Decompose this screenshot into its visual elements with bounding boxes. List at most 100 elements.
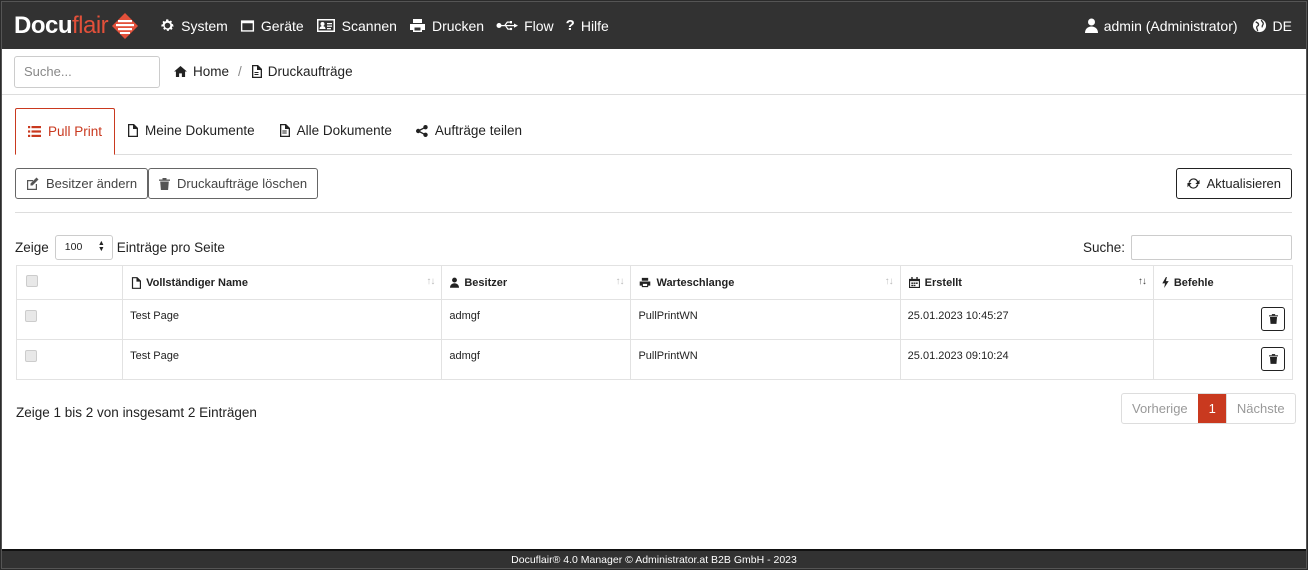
- app-window: Docu flair System Geräte Scannen Drucken…: [1, 1, 1307, 569]
- nav-help[interactable]: ? Hilfe: [566, 17, 609, 34]
- brand-logo[interactable]: Docu flair: [2, 2, 140, 49]
- page-size-value: 100: [64, 241, 83, 253]
- column-header-name[interactable]: Vollständiger Name ↑↓: [122, 265, 443, 300]
- delete-jobs-label: Druckaufträge löschen: [177, 176, 308, 191]
- column-header-owner[interactable]: Besitzer ↑↓: [441, 265, 632, 300]
- column-header-created[interactable]: Erstellt ↑↓: [899, 265, 1154, 300]
- tab-all-documents[interactable]: Alle Dokumente: [267, 107, 404, 154]
- tab-pull-print[interactable]: Pull Print: [15, 108, 116, 155]
- trash-icon: [159, 177, 170, 190]
- printer-icon: [409, 19, 425, 32]
- search-input[interactable]: [14, 55, 160, 88]
- pagination-previous[interactable]: Vorherige: [1122, 394, 1198, 423]
- question-icon: ?: [565, 17, 575, 34]
- printer-icon: [640, 277, 651, 288]
- sort-icon: ↑↓: [884, 276, 894, 287]
- user-icon: [1084, 18, 1098, 33]
- cell-created: 25.01.2023 09:10:24: [899, 339, 1154, 380]
- nav-devices-label: Geräte: [260, 17, 304, 34]
- nav-flow-label: Flow: [524, 17, 554, 34]
- column-header-commands-label: Befehle: [1173, 276, 1214, 289]
- edit-icon: [27, 177, 39, 190]
- tab-share-jobs[interactable]: Aufträge teilen: [404, 107, 534, 154]
- delete-row-button[interactable]: [1261, 347, 1285, 371]
- file-icon: [128, 124, 139, 137]
- change-owner-label: Besitzer ändern: [46, 176, 138, 191]
- tab-share-jobs-label: Aufträge teilen: [434, 123, 522, 138]
- column-header-queue-label: Warteschlange: [656, 276, 735, 289]
- nav-devices[interactable]: Geräte: [240, 18, 304, 34]
- nav-scan[interactable]: Scannen: [316, 18, 397, 34]
- select-all-checkbox[interactable]: [26, 275, 38, 287]
- pagination: Vorherige 1 Nächste: [1121, 393, 1296, 424]
- globe-icon: [1252, 18, 1266, 33]
- share-icon: [415, 124, 428, 137]
- user-name: admin (Administrator): [1103, 17, 1238, 34]
- trash-icon: [1268, 314, 1278, 324]
- id-card-icon: [316, 19, 335, 32]
- refresh-label: Aktualisieren: [1206, 176, 1281, 191]
- table-row[interactable]: Test Page admgf PullPrintWN 25.01.2023 1…: [15, 299, 1294, 340]
- delete-jobs-button[interactable]: Druckaufträge löschen: [148, 168, 319, 199]
- cell-queue: PullPrintWN: [630, 299, 901, 340]
- breadcrumb-bar: Home / Druckaufträge: [2, 49, 1306, 95]
- tab-all-documents-label: Alle Dokumente: [296, 123, 392, 138]
- breadcrumb-current-label: Druckaufträge: [267, 64, 353, 79]
- user-menu[interactable]: admin (Administrator): [1084, 17, 1238, 34]
- breadcrumb-current: Druckaufträge: [251, 64, 353, 79]
- per-page-label: Einträge pro Seite: [116, 239, 225, 255]
- cell-created: 25.01.2023 10:45:27: [899, 299, 1154, 340]
- table-search-input[interactable]: [1131, 234, 1292, 260]
- row-select-cell[interactable]: [15, 299, 124, 340]
- language-switcher[interactable]: DE: [1252, 18, 1292, 34]
- brand-text-flair: flair: [72, 11, 109, 39]
- breadcrumb-separator: /: [238, 64, 242, 79]
- select-all-header[interactable]: [15, 265, 124, 300]
- nav-print[interactable]: Drucken: [409, 18, 484, 34]
- cell-name: Test Page: [122, 339, 443, 380]
- list-icon: [28, 126, 41, 137]
- trash-icon: [1268, 354, 1278, 364]
- column-header-name-label: Vollständiger Name: [146, 276, 248, 289]
- nav-scan-label: Scannen: [341, 17, 397, 34]
- print-jobs-table: Vollständiger Name ↑↓ Besitzer ↑↓ Wartes…: [15, 265, 1294, 380]
- table-controls: Zeige 100 ▲ ▼ Einträge pro Seite Suche:: [15, 234, 1292, 260]
- action-toolbar: Besitzer ändern Druckaufträge löschen Ak…: [15, 168, 1292, 213]
- nav-help-label: Hilfe: [580, 17, 609, 34]
- row-checkbox[interactable]: [25, 350, 37, 362]
- gear-icon: [161, 19, 174, 31]
- top-navbar: Docu flair System Geräte Scannen Drucken…: [2, 2, 1306, 49]
- column-header-queue[interactable]: Warteschlange ↑↓: [630, 265, 901, 300]
- row-checkbox[interactable]: [25, 310, 37, 322]
- breadcrumb-home[interactable]: Home: [174, 64, 229, 79]
- pagination-page-current[interactable]: 1: [1197, 394, 1227, 423]
- nav-flow[interactable]: Flow: [496, 18, 554, 34]
- calendar-icon: [908, 277, 920, 288]
- page-size-select[interactable]: 100 ▲ ▼: [54, 234, 113, 260]
- cell-queue: PullPrintWN: [630, 339, 901, 380]
- cell-name: Test Page: [122, 299, 443, 340]
- table-row[interactable]: Test Page admgf PullPrintWN 25.01.2023 0…: [15, 339, 1294, 380]
- brand-text-docu: Docu: [14, 11, 73, 39]
- table-search-label: Suche:: [1082, 239, 1125, 255]
- delete-row-button[interactable]: [1261, 307, 1285, 331]
- change-owner-button[interactable]: Besitzer ändern: [15, 168, 149, 199]
- show-label: Zeige: [15, 239, 49, 255]
- file-text-icon: [279, 124, 290, 137]
- column-header-created-label: Erstellt: [924, 276, 962, 289]
- tab-pull-print-label: Pull Print: [48, 124, 103, 139]
- refresh-button[interactable]: Aktualisieren: [1175, 168, 1292, 199]
- nav-system[interactable]: System: [160, 18, 228, 34]
- tab-my-documents[interactable]: Meine Dokumente: [115, 107, 267, 154]
- cell-commands: [1152, 339, 1294, 380]
- page-footer: Docuflair® 4.0 Manager © Administrator.a…: [2, 549, 1306, 568]
- pagination-next[interactable]: Nächste: [1227, 394, 1295, 423]
- select-arrows-icon: ▲ ▼: [97, 239, 105, 253]
- refresh-icon: [1187, 178, 1200, 189]
- bolt-icon: [1162, 277, 1169, 288]
- window-icon: [240, 19, 254, 32]
- cell-owner: admgf: [441, 299, 632, 340]
- sort-icon: ↑↓: [615, 276, 624, 287]
- row-select-cell[interactable]: [15, 339, 124, 380]
- table-header-row: Vollständiger Name ↑↓ Besitzer ↑↓ Wartes…: [15, 265, 1294, 300]
